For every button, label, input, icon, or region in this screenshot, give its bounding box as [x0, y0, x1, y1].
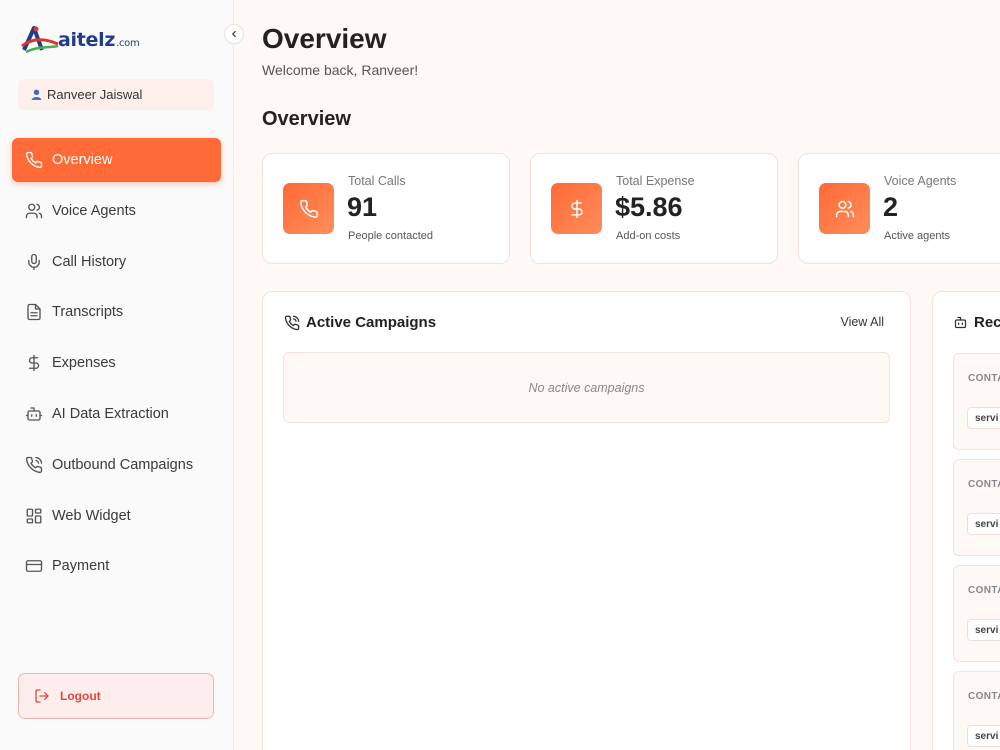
stat-value: $5.86 — [615, 192, 683, 222]
logout-icon — [34, 688, 50, 704]
logout-button[interactable]: Logout — [18, 673, 214, 719]
recent-card-label: CONTA — [968, 585, 1000, 596]
stat-card-total-expense: Total Expense $5.86 Add-on costs — [530, 153, 778, 264]
recent-card-label: CONTA — [968, 691, 1000, 702]
recent-card[interactable]: CONTA servi — [953, 671, 1000, 750]
sidebar-item-label: Transcripts — [52, 304, 124, 321]
sidebar-item-label: Call History — [52, 253, 127, 270]
stat-card-voice-agents: Voice Agents 2 Active agents — [798, 153, 1000, 264]
sidebar-item-label: Payment — [52, 558, 110, 575]
dollar-icon — [551, 183, 602, 234]
sidebar-item-call-history[interactable]: Call History — [12, 240, 221, 284]
user-icon — [30, 88, 43, 101]
bot-icon — [25, 405, 43, 423]
sidebar-item-voice-agents[interactable]: Voice Agents — [12, 189, 221, 233]
main-content: Overview Welcome back, Ranveer! Overview… — [235, 0, 1000, 750]
sidebar: aitelz.com Ranveer Jaiswal Overview Voic… — [0, 0, 234, 750]
phone-icon — [283, 183, 334, 234]
recent-card-tag: servi — [967, 407, 1000, 429]
recent-card[interactable]: CONTA servi — [953, 459, 1000, 556]
recent-card[interactable]: CONTA servi — [953, 353, 1000, 450]
sidebar-item-label: Overview — [52, 152, 113, 168]
empty-state: No active campaigns — [283, 352, 890, 423]
stat-value: 91 — [347, 192, 378, 222]
users-icon — [25, 202, 43, 220]
sidebar-item-web-widget[interactable]: Web Widget — [12, 494, 221, 538]
microphone-icon — [25, 253, 43, 271]
user-name: Ranveer Jaiswal — [47, 87, 143, 102]
welcome-message: Welcome back, Ranveer! — [262, 62, 419, 78]
phone-icon — [25, 151, 43, 169]
recent-panel: Rec CONTA servi CONTA servi CONTA servi … — [932, 291, 1000, 750]
dollar-icon — [25, 354, 43, 372]
panel-title-text: Active Campaigns — [306, 314, 437, 331]
stat-sub: Add-on costs — [616, 230, 681, 242]
stat-label: Voice Agents — [884, 174, 957, 188]
section-title: Overview — [262, 108, 351, 130]
sidebar-item-ai-data-extraction[interactable]: AI Data Extraction — [12, 392, 221, 436]
recent-card-label: CONTA — [968, 373, 1000, 384]
recent-card-tag: servi — [967, 725, 1000, 747]
logout-label: Logout — [60, 689, 101, 703]
page-title: Overview — [262, 23, 387, 54]
sidebar-item-payment[interactable]: Payment — [12, 544, 221, 588]
phone-outgoing-icon — [25, 456, 43, 474]
phone-outgoing-icon — [284, 315, 300, 331]
stat-value: 2 — [883, 192, 899, 222]
recent-card-tag: servi — [967, 619, 1000, 641]
panel-title-text: Rec — [974, 314, 1000, 331]
sidebar-item-expenses[interactable]: Expenses — [12, 341, 221, 385]
stat-label: Total Calls — [348, 174, 406, 188]
active-campaigns-panel: Active Campaigns View All No active camp… — [262, 291, 911, 750]
sidebar-item-label: AI Data Extraction — [52, 405, 169, 422]
credit-card-icon — [25, 557, 43, 575]
brand-suffix: .com — [116, 38, 140, 49]
bot-icon — [953, 315, 968, 330]
brand-logo[interactable]: aitelz.com — [20, 22, 140, 58]
sidebar-item-transcripts[interactable]: Transcripts — [12, 290, 221, 334]
document-icon — [25, 303, 43, 321]
brand-name: aitelz.com — [58, 29, 140, 51]
sidebar-item-label: Voice Agents — [52, 202, 136, 219]
stat-card-total-calls: Total Calls 91 People contacted — [262, 153, 510, 264]
widget-icon — [25, 507, 43, 525]
sidebar-item-label: Expenses — [52, 355, 116, 372]
sidebar-item-label: Outbound Campaigns — [52, 456, 194, 473]
sidebar-nav: Overview Voice Agents Call History Trans… — [12, 138, 221, 595]
panel-title: Active Campaigns — [284, 314, 436, 331]
user-chip[interactable]: Ranveer Jaiswal — [18, 79, 214, 110]
stat-label: Total Expense — [616, 174, 695, 188]
sidebar-item-label: Web Widget — [52, 507, 131, 524]
sidebar-item-overview[interactable]: Overview — [12, 138, 221, 182]
recent-card-tag: servi — [967, 513, 1000, 535]
recent-card[interactable]: CONTA servi — [953, 565, 1000, 662]
sidebar-item-outbound-campaigns[interactable]: Outbound Campaigns — [12, 443, 221, 487]
recent-card-label: CONTA — [968, 479, 1000, 490]
chevron-left-icon — [229, 29, 239, 39]
collapse-sidebar-button[interactable] — [224, 24, 244, 44]
view-all-link[interactable]: View All — [840, 315, 884, 329]
panel-title: Rec — [953, 314, 1000, 331]
stat-sub: Active agents — [884, 230, 951, 242]
stat-sub: People contacted — [348, 230, 434, 242]
logo-mark-icon — [21, 26, 59, 54]
users-icon — [819, 183, 870, 234]
